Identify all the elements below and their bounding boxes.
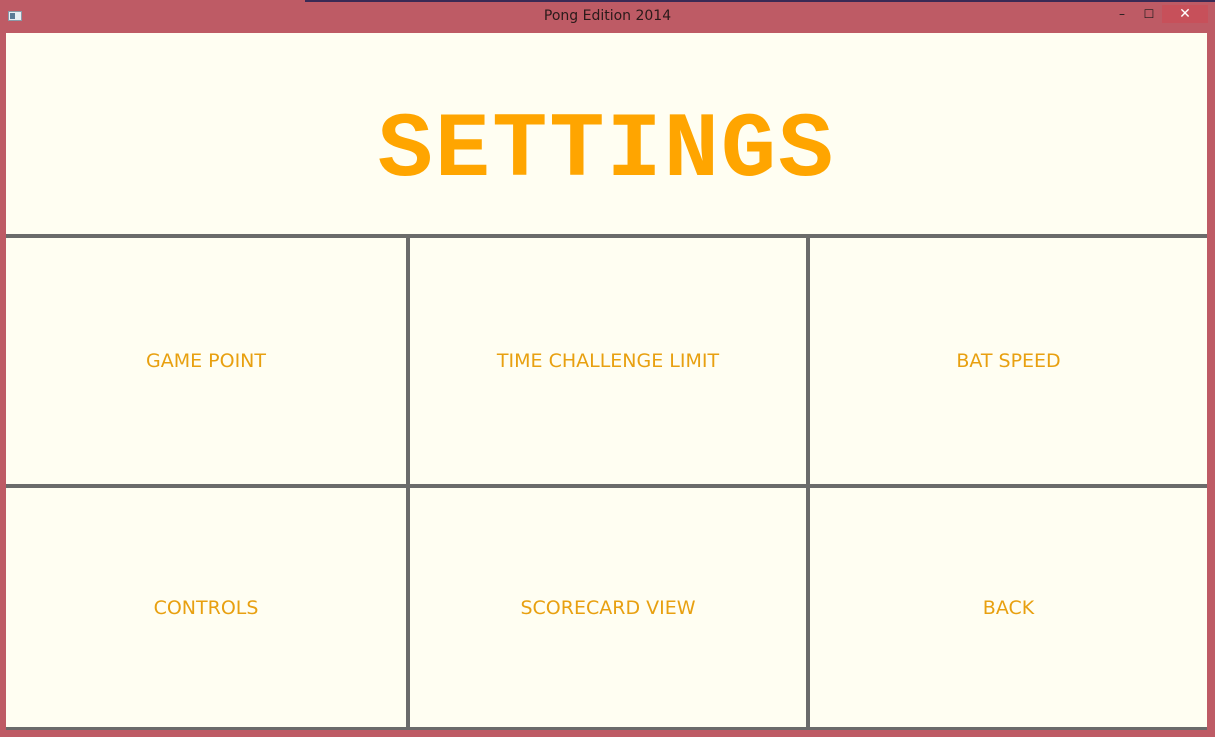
game-point-label: GAME POINT (146, 350, 266, 372)
scorecard-view-label: SCORECARD VIEW (520, 596, 696, 619)
window-title: Pong Edition 2014 (543, 8, 672, 24)
page-title: SETTINGS (377, 98, 836, 203)
time-challenge-limit-button[interactable]: TIME CHALLENGE LIMIT (410, 238, 806, 484)
settings-screen: SETTINGS GAME POINT TIME CHALLENGE LIMIT… (6, 33, 1207, 730)
controls-label: CONTROLS (153, 596, 259, 619)
maximize-button[interactable]: ☐ (1138, 5, 1160, 23)
bat-speed-label: BAT SPEED (956, 350, 1061, 372)
header-panel: SETTINGS (6, 33, 1207, 234)
game-point-button[interactable]: GAME POINT (6, 238, 406, 484)
app-window: Pong Edition 2014 – ☐ ✕ SETTINGS GAME PO… (0, 0, 1215, 737)
minimize-button[interactable]: – (1111, 5, 1133, 23)
title-bar[interactable]: Pong Edition 2014 – ☐ ✕ (0, 0, 1215, 33)
controls-button[interactable]: CONTROLS (6, 488, 406, 727)
titlebar-edge (305, 0, 1215, 2)
bat-speed-button[interactable]: BAT SPEED (810, 238, 1207, 484)
scorecard-view-button[interactable]: SCORECARD VIEW (410, 488, 806, 727)
back-button[interactable]: BACK (810, 488, 1207, 727)
back-label: BACK (982, 596, 1035, 619)
time-challenge-limit-label: TIME CHALLENGE LIMIT (496, 350, 720, 372)
close-button[interactable]: ✕ (1162, 5, 1208, 23)
grid-divider-bottom (6, 727, 1207, 730)
